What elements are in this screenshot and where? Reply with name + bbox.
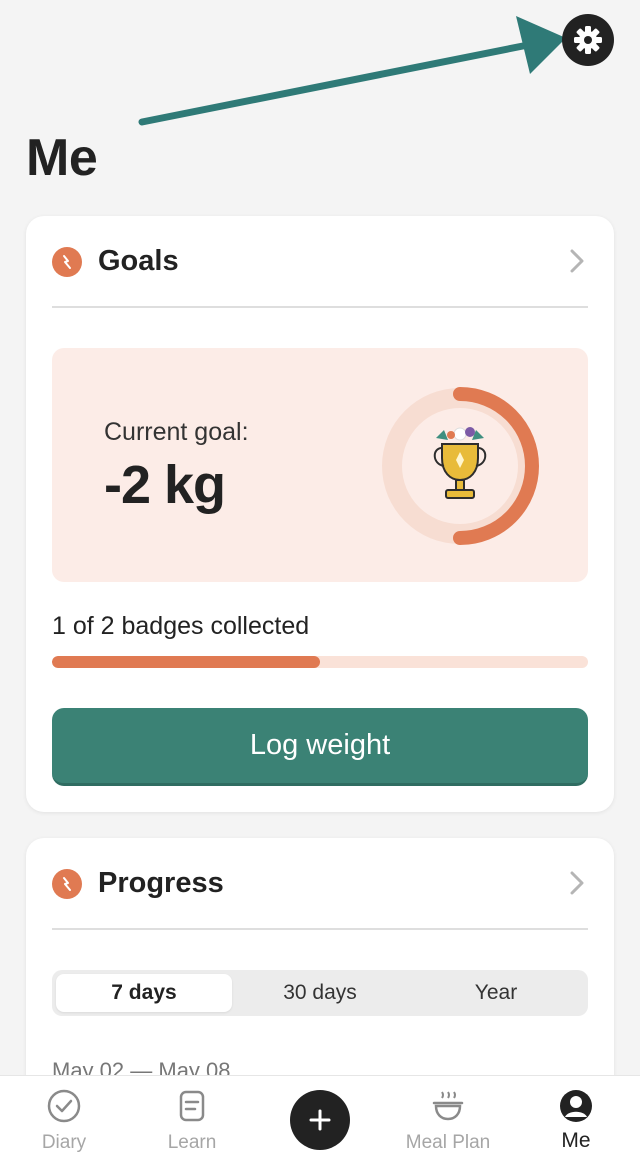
page-title: Me	[26, 129, 98, 187]
nav-me[interactable]: Me	[512, 1076, 640, 1154]
document-icon	[179, 1090, 205, 1122]
log-weight-button[interactable]: Log weight	[52, 708, 588, 786]
settings-button[interactable]	[562, 14, 614, 66]
goal-progress-ring	[382, 387, 539, 545]
chevron-right-icon	[570, 871, 584, 895]
nav-learn[interactable]: Learn	[128, 1076, 256, 1154]
plus-icon	[309, 1109, 331, 1131]
nav-meal-plan[interactable]: Meal Plan	[384, 1076, 512, 1154]
progress-header[interactable]: Progress	[52, 838, 588, 930]
current-goal-label: Current goal:	[104, 418, 249, 446]
nav-learn-label: Learn	[167, 1132, 217, 1153]
tab-7-days[interactable]: 7 days	[56, 974, 232, 1012]
profile-icon	[560, 1090, 592, 1122]
me-screen: Me Goals Current goal: -2 kg 1 of 2 badg…	[0, 0, 640, 1154]
progress-title: Progress	[98, 866, 224, 899]
goals-title: Goals	[98, 244, 179, 277]
gear-icon	[574, 26, 602, 54]
flag-icon	[52, 247, 82, 277]
nav-diary[interactable]: Diary	[0, 1076, 128, 1154]
bottom-nav: Diary Learn Meal Plan Me	[0, 1075, 640, 1154]
goals-header[interactable]: Goals	[52, 216, 588, 308]
nav-me-label: Me	[561, 1129, 591, 1152]
tab-year[interactable]: Year	[408, 974, 584, 1012]
current-goal-value: -2 kg	[104, 455, 226, 515]
goals-card: Goals Current goal: -2 kg 1 of 2 badges …	[26, 216, 614, 812]
tab-30-days[interactable]: 30 days	[232, 974, 408, 1012]
chevron-right-icon	[570, 249, 584, 273]
badges-collected-text: 1 of 2 badges collected	[52, 612, 310, 640]
nav-diary-label: Diary	[41, 1132, 87, 1153]
bowl-icon	[432, 1091, 464, 1121]
flag-icon	[52, 869, 82, 899]
current-goal-panel: Current goal: -2 kg	[52, 348, 588, 582]
add-button[interactable]	[290, 1090, 350, 1150]
check-circle-icon	[47, 1089, 81, 1123]
annotation-arrow	[138, 16, 566, 126]
nav-meal-plan-label: Meal Plan	[405, 1132, 491, 1153]
badges-progress-bar	[52, 656, 588, 668]
badges-progress-fill	[52, 656, 320, 668]
range-segmented-control: 7 days 30 days Year	[52, 970, 588, 1016]
